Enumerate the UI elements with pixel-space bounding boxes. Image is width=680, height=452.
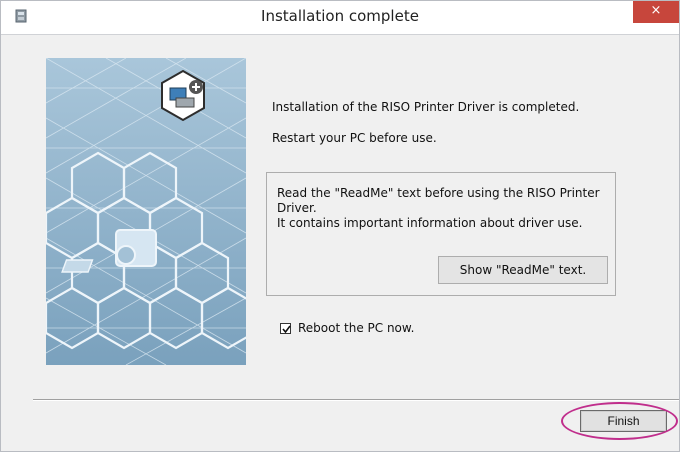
- readme-line-1: Read the "ReadMe" text before using the …: [277, 186, 600, 215]
- reboot-checkbox[interactable]: [280, 322, 291, 334]
- restart-message: Restart your PC before use.: [272, 131, 437, 145]
- reboot-label[interactable]: Reboot the PC now.: [298, 321, 414, 335]
- readme-group: Read the "ReadMe" text before using the …: [266, 172, 616, 296]
- title-bar: Installation complete ×: [1, 1, 679, 35]
- hexagon-pattern: [46, 58, 246, 365]
- checkmark-icon: [282, 325, 291, 333]
- readme-line-2: It contains important information about …: [277, 216, 583, 230]
- side-banner-image: [46, 58, 246, 365]
- readme-instructions: Read the "ReadMe" text before using the …: [277, 186, 607, 231]
- close-button[interactable]: ×: [633, 1, 679, 23]
- footer-separator: [33, 399, 679, 401]
- installer-window: Installation complete × Installation of …: [0, 0, 680, 452]
- finish-button[interactable]: Finish: [580, 410, 667, 432]
- window-title: Installation complete: [261, 7, 419, 25]
- reboot-option[interactable]: Reboot the PC now.: [280, 320, 414, 336]
- completed-message: Installation of the RISO Printer Driver …: [272, 100, 580, 114]
- close-icon: ×: [650, 3, 662, 18]
- printer-add-icon: [161, 69, 205, 122]
- show-readme-button[interactable]: Show "ReadMe" text.: [438, 256, 608, 284]
